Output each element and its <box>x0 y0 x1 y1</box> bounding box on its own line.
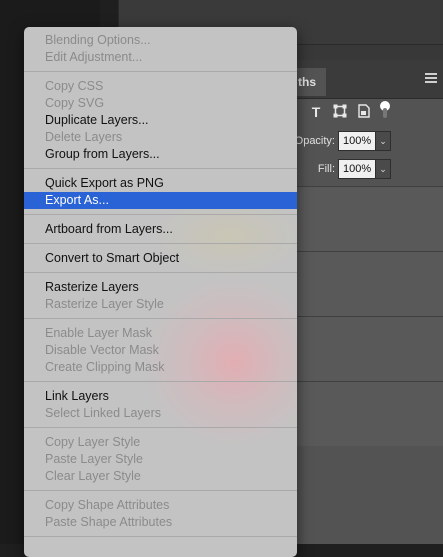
panel-menu-icon[interactable] <box>425 73 437 83</box>
menu-item-select-linked-layers[interactable]: Select Linked Layers <box>24 405 297 422</box>
menu-item-group-from-layers[interactable]: Group from Layers... <box>24 146 297 163</box>
menu-separator <box>24 318 297 319</box>
menu-separator <box>24 272 297 273</box>
layer-row[interactable]: e 1 <box>272 381 443 446</box>
menu-separator <box>24 71 297 72</box>
menu-item-copy-layer-style[interactable]: Copy Layer Style <box>24 434 297 451</box>
smart-object-filter-icon[interactable] <box>356 104 372 120</box>
menu-separator <box>24 536 297 537</box>
menu-item-disable-vector-mask[interactable]: Disable Vector Mask <box>24 342 297 359</box>
menu-item-clear-layer-style[interactable]: Clear Layer Style <box>24 468 297 485</box>
transform-filter-icon[interactable] <box>332 104 348 120</box>
menu-item-copy-svg[interactable]: Copy SVG <box>24 95 297 112</box>
menu-item-paste-layer-style[interactable]: Paste Layer Style <box>24 451 297 468</box>
menu-item-copy-shape-attributes[interactable]: Copy Shape Attributes <box>24 497 297 514</box>
opacity-chevron-icon[interactable]: ⌄ <box>375 131 391 151</box>
menu-item-enable-layer-mask[interactable]: Enable Layer Mask <box>24 325 297 342</box>
menu-separator <box>24 168 297 169</box>
menu-item-delete-layers[interactable]: Delete Layers <box>24 129 297 146</box>
menu-item-quick-export-png[interactable]: Quick Export as PNG <box>24 175 297 192</box>
menu-item-convert-to-smart-object[interactable]: Convert to Smart Object <box>24 250 297 267</box>
layer-row[interactable]: 2 <box>272 186 443 251</box>
type-filter-icon[interactable]: T <box>308 104 324 120</box>
menu-item-export-as[interactable]: Export As... <box>24 192 297 209</box>
menu-item-artboard-from-layers[interactable]: Artboard from Layers... <box>24 221 297 238</box>
menu-item-paste-shape-attributes[interactable]: Paste Shape Attributes <box>24 514 297 531</box>
menu-item-edit-adjustment[interactable]: Edit Adjustment... <box>24 49 297 66</box>
menu-item-copy-css[interactable]: Copy CSS <box>24 78 297 95</box>
menu-separator <box>24 243 297 244</box>
menu-item-duplicate-layers[interactable]: Duplicate Layers... <box>24 112 297 129</box>
menu-separator <box>24 214 297 215</box>
layer-row[interactable]: 1 <box>272 251 443 316</box>
layer-context-menu: Blending Options... Edit Adjustment... C… <box>24 27 297 557</box>
fill-label: Fill: <box>317 163 335 175</box>
menu-item-create-clipping-mask[interactable]: Create Clipping Mask <box>24 359 297 376</box>
opacity-label: Opacity: <box>294 135 335 147</box>
menu-separator <box>24 490 297 491</box>
menu-separator <box>24 381 297 382</box>
menu-item-rasterize-layer-style[interactable]: Rasterize Layer Style <box>24 296 297 313</box>
menu-item-link-layers[interactable]: Link Layers <box>24 388 297 405</box>
menu-item-blending-options[interactable]: Blending Options... <box>24 32 297 49</box>
menu-item-rasterize-layers[interactable]: Rasterize Layers <box>24 279 297 296</box>
menu-separator <box>24 427 297 428</box>
fill-chevron-icon[interactable]: ⌄ <box>375 159 391 179</box>
layer-row[interactable]: e 2 <box>272 316 443 381</box>
